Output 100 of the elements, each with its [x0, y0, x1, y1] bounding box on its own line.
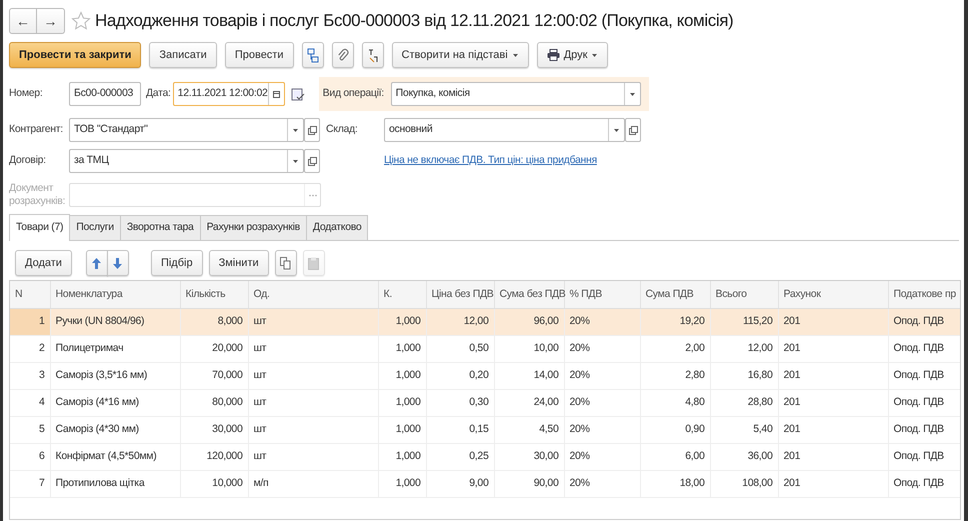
table-cell: 4 — [10, 389, 50, 416]
calendar-icon — [272, 90, 280, 98]
table-cell: 24,00 — [494, 389, 564, 416]
table-cell: 201 — [778, 362, 888, 390]
caret-icon — [512, 52, 519, 58]
document-check-icon[interactable] — [290, 87, 305, 101]
more-icon — [308, 194, 316, 197]
open-icon — [628, 126, 638, 134]
table-row[interactable]: 5 Саморіз (4*30 мм) 30,000 шт 1,000 0,15 4,50 20% 0,90 5,40 201 Опод. ПДВ — [10, 416, 960, 444]
table-cell: Ручки (UN 8804/96) — [50, 308, 180, 336]
tab[interactable]: Рахунки розрахунків — [200, 215, 307, 240]
debit-credit-button[interactable] — [362, 42, 384, 68]
column-header[interactable]: Од. — [248, 281, 378, 308]
table-cell: 18,00 — [640, 470, 710, 498]
table-cell: Опод. ПДВ — [888, 443, 960, 470]
back-button[interactable]: ← — [9, 8, 37, 34]
table-cell: 20% — [564, 308, 640, 336]
table-cell: 20% — [564, 443, 640, 470]
table-cell: 2 — [10, 335, 50, 362]
print-button[interactable]: Друк — [536, 42, 608, 68]
column-header[interactable]: Кількість — [180, 281, 248, 308]
table-cell: 0,50 — [426, 335, 494, 362]
toolbar-button[interactable]: Змінити — [208, 250, 269, 276]
move-up-button[interactable] — [86, 250, 108, 276]
toolbar-button[interactable]: Підбір — [150, 250, 203, 276]
open-button[interactable] — [625, 118, 641, 142]
caret-icon — [292, 128, 299, 132]
tab[interactable]: Додатково — [306, 215, 368, 240]
table-cell: Опод. ПДВ — [888, 470, 960, 498]
caret-icon — [591, 52, 598, 58]
create-based-on-button[interactable]: Створити на підставі — [392, 42, 529, 68]
column-header[interactable]: Ціна без ПДВ — [426, 281, 494, 308]
table-row[interactable]: 6 Конфірмат (4,5*50мм) 120,000 шт 1,000 0,25 30,00 20% 6,00 36,00 201 Опод. ПДВ — [10, 443, 960, 470]
price-settings-link[interactable]: Ціна не включає ПДВ. Тип цін: ціна придбання — [384, 153, 597, 169]
paperclip-button[interactable] — [332, 42, 354, 68]
table-row[interactable]: 4 Саморіз (4*16 мм) 80,000 шт 1,000 0,30 24,00 20% 4,80 28,80 201 Опод. ПДВ — [10, 389, 960, 416]
column-header[interactable]: N — [10, 281, 50, 308]
table-cell: 115,20 — [710, 308, 778, 336]
table-cell: Опод. ПДВ — [888, 362, 960, 390]
column-header[interactable]: Номенклатура — [50, 281, 180, 308]
forward-button[interactable]: → — [37, 8, 65, 34]
tab[interactable]: Товари (7) — [9, 214, 70, 242]
table-cell: 4,80 — [640, 389, 710, 416]
structure-icon — [306, 48, 320, 62]
table-cell: 12,00 — [710, 335, 778, 362]
table-cell: шт — [248, 389, 378, 416]
table-cell: 3 — [10, 362, 50, 390]
table-cell: 0,30 — [426, 389, 494, 416]
table-row[interactable]: 3 Саморіз (3,5*16 мм) 70,000 шт 1,000 0,20 14,00 20% 2,80 16,80 201 Опод. ПДВ — [10, 362, 960, 390]
field-label: Договір: — [9, 153, 47, 168]
open-button[interactable] — [304, 149, 320, 173]
table-cell: Опод. ПДВ — [888, 389, 960, 416]
column-header[interactable]: Всього — [710, 281, 778, 308]
table-cell: Саморіз (4*30 мм) — [50, 416, 180, 444]
move-down-button[interactable] — [106, 250, 129, 276]
warehouse-field[interactable]: основний — [384, 118, 625, 142]
table-row[interactable]: 2 Полицетримач 20,000 шт 1,000 0,50 10,00 20% 2,00 12,00 201 Опод. ПДВ — [10, 335, 960, 362]
star-icon[interactable] — [71, 11, 91, 31]
field-label: Вид операції: — [322, 86, 385, 102]
table-row[interactable]: 7 Протипилова щітка 10,000 м/п 1,000 9,00 90,00 20% 18,00 108,00 201 Опод. ПДВ — [10, 470, 960, 498]
table-cell: Конфірмат (4,5*50мм) — [50, 443, 180, 470]
table-row[interactable]: 1 Ручки (UN 8804/96) 8,000 шт 1,000 12,00 96,00 20% 19,20 115,20 201 Опод. ПДВ — [10, 308, 960, 336]
table-cell: 9,00 — [426, 470, 494, 498]
column-header[interactable]: % ПДВ — [564, 281, 640, 308]
column-header[interactable]: Сума ПДВ — [640, 281, 710, 308]
table-cell: 0,90 — [640, 416, 710, 444]
table-cell: 80,000 — [180, 389, 248, 416]
toolbar-button[interactable]: Записати — [149, 42, 217, 68]
column-header[interactable]: Сума без ПДВ — [494, 281, 564, 308]
table-cell: 108,00 — [710, 470, 778, 498]
table-cell: Протипилова щітка — [50, 470, 180, 498]
table-cell: 1,000 — [378, 335, 426, 362]
toolbar-button[interactable]: Провести — [224, 42, 294, 68]
post-and-close-button[interactable]: Провести та закрити — [9, 42, 142, 68]
operation-field[interactable]: Покупка, комісія — [390, 82, 641, 106]
table-cell: 201 — [778, 335, 888, 362]
table-cell: 12,00 — [426, 308, 494, 336]
counterparty-field[interactable]: ТОВ "Стандарт" — [69, 118, 304, 142]
table-cell: Опод. ПДВ — [888, 308, 960, 336]
copy-button[interactable] — [274, 250, 297, 276]
add-button[interactable]: Додати — [15, 250, 72, 276]
tab[interactable]: Послуги — [69, 215, 121, 240]
open-button[interactable] — [304, 118, 320, 142]
number-field[interactable]: Бс00-000003 — [69, 82, 141, 106]
table-cell: 90,00 — [494, 470, 564, 498]
column-header[interactable]: Рахунок — [778, 281, 888, 308]
column-header[interactable]: К. — [378, 281, 426, 308]
structure-button[interactable] — [302, 42, 324, 68]
date-field[interactable]: 12.11.2021 12:00:02 — [172, 82, 285, 106]
caret-icon — [628, 92, 636, 96]
table-cell: 1,000 — [378, 416, 426, 444]
column-header[interactable]: Податкове пр — [888, 281, 960, 308]
contract-field[interactable]: за ТМЦ — [69, 149, 304, 173]
table-cell: шт — [248, 443, 378, 470]
tab[interactable]: Зворотна тара — [120, 215, 201, 240]
table-cell: 0,15 — [426, 416, 494, 444]
field-label: Документ розрахунків: — [9, 182, 66, 208]
table-cell: 2,00 — [640, 335, 710, 362]
table-cell: 201 — [778, 443, 888, 470]
field-label: Дата: — [146, 86, 171, 102]
